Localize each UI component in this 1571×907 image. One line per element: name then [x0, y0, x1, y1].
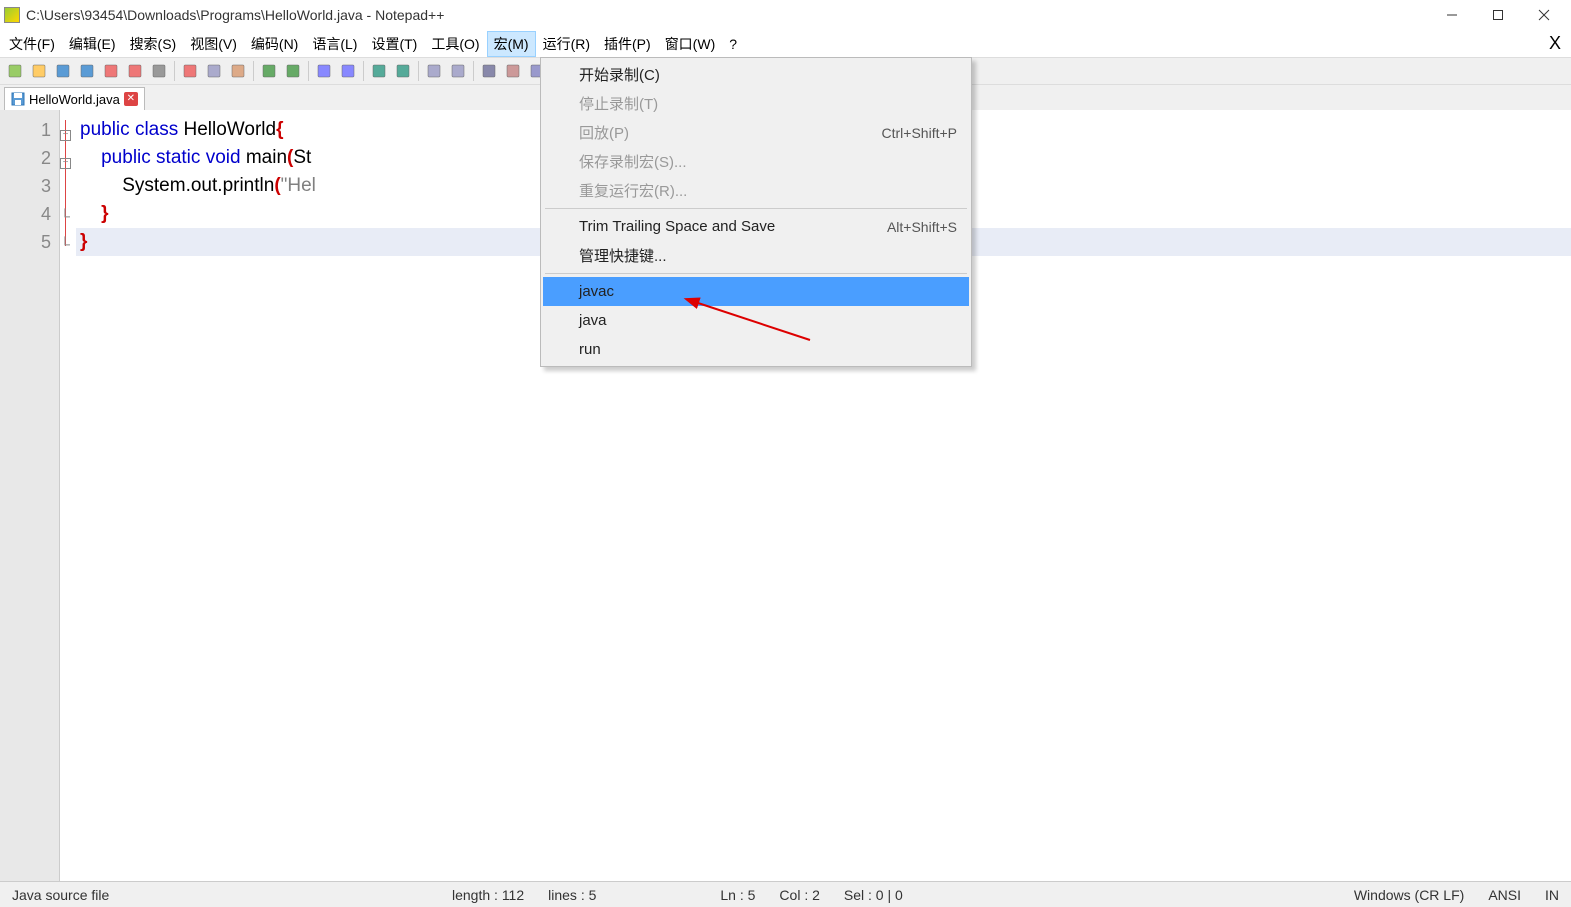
- macro-menu-dropdown: 开始录制(C)停止录制(T)回放(P)Ctrl+Shift+P保存录制宏(S).…: [540, 57, 972, 367]
- menu-item-javac[interactable]: javac: [543, 277, 969, 306]
- menu-item--r-: 重复运行宏(R)...: [543, 176, 969, 205]
- menu-item--c-[interactable]: 开始录制(C): [543, 60, 969, 89]
- menu-编辑[interactable]: 编辑(E): [62, 31, 123, 57]
- tab-label: HelloWorld.java: [29, 92, 120, 107]
- file-tab[interactable]: HelloWorld.java ✕: [4, 87, 145, 110]
- menu-?[interactable]: ?: [722, 33, 744, 55]
- redo-button[interactable]: [282, 60, 304, 82]
- minimize-button[interactable]: [1429, 0, 1475, 30]
- word-wrap-button[interactable]: [478, 60, 500, 82]
- menu-运行[interactable]: 运行(R): [536, 31, 597, 57]
- window-controls: [1429, 0, 1567, 30]
- window-title: C:\Users\93454\Downloads\Programs\HelloW…: [26, 7, 1429, 23]
- zoom-in-button[interactable]: [368, 60, 390, 82]
- close-all-button[interactable]: [124, 60, 146, 82]
- menu-close-x[interactable]: X: [1541, 33, 1569, 54]
- menu-视图[interactable]: 视图(V): [183, 31, 244, 57]
- sync-h-button[interactable]: [447, 60, 469, 82]
- cut-button[interactable]: [179, 60, 201, 82]
- menu-工具[interactable]: 工具(O): [424, 31, 486, 57]
- menu-窗口[interactable]: 窗口(W): [658, 31, 723, 57]
- menu-插件[interactable]: 插件(P): [597, 31, 658, 57]
- menu-搜索[interactable]: 搜索(S): [123, 31, 184, 57]
- status-eol: Windows (CR LF): [1342, 887, 1476, 903]
- menu-设置[interactable]: 设置(T): [364, 31, 424, 57]
- menu-语言[interactable]: 语言(L): [305, 31, 364, 57]
- menu-item-run[interactable]: run: [543, 335, 969, 364]
- close-file-button[interactable]: [100, 60, 122, 82]
- find-button[interactable]: [313, 60, 335, 82]
- menu-item--t-: 停止录制(T): [543, 89, 969, 118]
- tab-close-icon[interactable]: ✕: [124, 92, 138, 106]
- open-file-button[interactable]: [28, 60, 50, 82]
- menu-item-trim-trailing-space-and-save[interactable]: Trim Trailing Space and SaveAlt+Shift+S: [543, 212, 969, 241]
- title-bar: C:\Users\93454\Downloads\Programs\HelloW…: [0, 0, 1571, 30]
- status-bar: Java source file length : 112 lines : 5 …: [0, 881, 1571, 907]
- save-icon: [11, 92, 25, 106]
- fold-column: −− └└: [60, 110, 76, 881]
- save-all-button[interactable]: [76, 60, 98, 82]
- status-ln: Ln : 5: [708, 887, 767, 903]
- status-sel: Sel : 0 | 0: [832, 887, 915, 903]
- status-encoding: ANSI: [1476, 887, 1533, 903]
- save-file-button[interactable]: [52, 60, 74, 82]
- menu-文件[interactable]: 文件(F): [2, 31, 62, 57]
- status-mode: IN: [1533, 887, 1571, 903]
- paste-button[interactable]: [227, 60, 249, 82]
- menu-item--s-: 保存录制宏(S)...: [543, 147, 969, 176]
- replace-button[interactable]: [337, 60, 359, 82]
- menu-bar: 文件(F)编辑(E)搜索(S)视图(V)编码(N)语言(L)设置(T)工具(O)…: [0, 30, 1571, 57]
- menu-item--[interactable]: 管理快捷键...: [543, 241, 969, 270]
- menu-宏[interactable]: 宏(M): [487, 31, 536, 57]
- maximize-button[interactable]: [1475, 0, 1521, 30]
- menu-item--p-: 回放(P)Ctrl+Shift+P: [543, 118, 969, 147]
- new-file-button[interactable]: [4, 60, 26, 82]
- undo-button[interactable]: [258, 60, 280, 82]
- line-number-gutter: 12345: [0, 110, 60, 881]
- copy-button[interactable]: [203, 60, 225, 82]
- menu-item-java[interactable]: java: [543, 306, 969, 335]
- status-col: Col : 2: [767, 887, 831, 903]
- menu-编码[interactable]: 编码(N): [244, 31, 305, 57]
- status-lines: lines : 5: [536, 887, 608, 903]
- close-button[interactable]: [1521, 0, 1567, 30]
- app-icon: [4, 7, 20, 23]
- zoom-out-button[interactable]: [392, 60, 414, 82]
- print-button[interactable]: [148, 60, 170, 82]
- status-length: length : 112: [440, 887, 536, 903]
- status-file-type: Java source file: [0, 887, 440, 903]
- sync-v-button[interactable]: [423, 60, 445, 82]
- show-all-button[interactable]: [502, 60, 524, 82]
